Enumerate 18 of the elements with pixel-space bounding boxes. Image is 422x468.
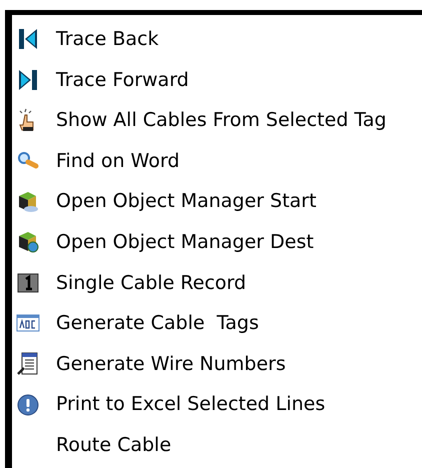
menu-item[interactable]: Trace Back bbox=[12, 19, 422, 60]
skip-back-icon bbox=[16, 27, 40, 52]
cube-icon bbox=[16, 190, 40, 214]
menu-item[interactable]: Open Object Manager Start bbox=[12, 181, 422, 222]
menu-item[interactable]: Show All Cables From Selected Tag bbox=[12, 100, 422, 141]
menu-item[interactable]: Single Cable Record bbox=[12, 262, 422, 304]
cube-icon bbox=[16, 230, 40, 254]
menu-item[interactable]: Find on Word bbox=[12, 140, 422, 182]
menu-item[interactable]: Generate Cable Tags bbox=[12, 303, 422, 344]
menu-item[interactable]: Open Object Manager Dest bbox=[12, 222, 422, 263]
number-one-icon bbox=[16, 270, 40, 295]
menu-item[interactable]: Generate Wire Numbers bbox=[12, 344, 422, 384]
skip-forward-icon bbox=[16, 68, 40, 92]
document-list-icon bbox=[16, 352, 40, 376]
info-icon bbox=[16, 392, 40, 417]
menu-item[interactable]: Route Cable bbox=[12, 424, 422, 466]
menu-item[interactable]: Trace Forward bbox=[12, 60, 422, 100]
menu-item[interactable]: Print to Excel Selected Lines bbox=[12, 384, 422, 425]
